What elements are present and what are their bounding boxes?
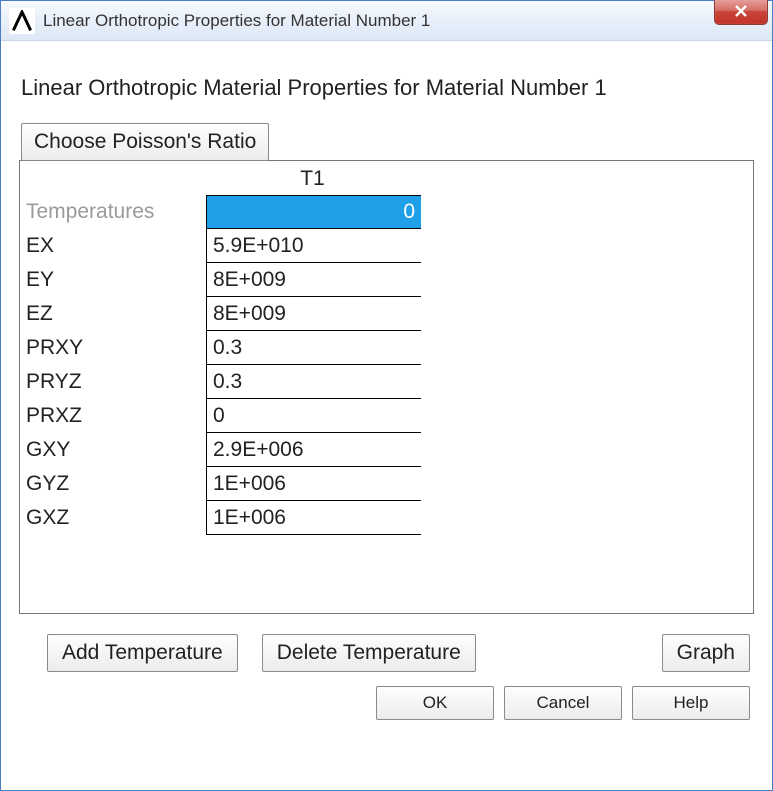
titlebar: Linear Orthotropic Properties for Materi… bbox=[1, 1, 772, 41]
row-prxy: PRXY 0.3 bbox=[20, 331, 753, 365]
close-icon bbox=[734, 4, 748, 20]
help-button[interactable]: Help bbox=[632, 686, 750, 720]
row-ez: EZ 8E+009 bbox=[20, 297, 753, 331]
row-pryz: PRYZ 0.3 bbox=[20, 365, 753, 399]
row-label: PRXY bbox=[20, 331, 206, 365]
cell-ey[interactable]: 8E+009 bbox=[206, 263, 421, 297]
row-ey: EY 8E+009 bbox=[20, 263, 753, 297]
cell-ez[interactable]: 8E+009 bbox=[206, 297, 421, 331]
row-label: EZ bbox=[20, 297, 206, 331]
row-label: PRXZ bbox=[20, 399, 206, 433]
dialog-actions-row: OK Cancel Help bbox=[19, 686, 750, 720]
choose-poissons-ratio-button[interactable]: Choose Poisson's Ratio bbox=[21, 123, 269, 161]
properties-grid: T1 Temperatures 0 EX 5.9E+010 EY 8E+009 … bbox=[19, 160, 754, 614]
cell-gyz[interactable]: 1E+006 bbox=[206, 467, 421, 501]
page-title: Linear Orthotropic Material Properties f… bbox=[21, 75, 754, 101]
cell-temperatures[interactable]: 0 bbox=[206, 195, 421, 229]
row-gyz: GYZ 1E+006 bbox=[20, 467, 753, 501]
row-label: EX bbox=[20, 229, 206, 263]
row-label: GXY bbox=[20, 433, 206, 467]
row-gxz: GXZ 1E+006 bbox=[20, 501, 753, 535]
cell-ex[interactable]: 5.9E+010 bbox=[206, 229, 421, 263]
window-title: Linear Orthotropic Properties for Materi… bbox=[43, 11, 430, 31]
graph-button[interactable]: Graph bbox=[662, 634, 750, 672]
row-prxz: PRXZ 0 bbox=[20, 399, 753, 433]
row-label: GYZ bbox=[20, 467, 206, 501]
row-temperatures: Temperatures 0 bbox=[20, 195, 753, 229]
cell-pryz[interactable]: 0.3 bbox=[206, 365, 421, 399]
cell-gxy[interactable]: 2.9E+006 bbox=[206, 433, 421, 467]
dialog-window: Linear Orthotropic Properties for Materi… bbox=[0, 0, 773, 791]
row-label: Temperatures bbox=[20, 195, 206, 229]
client-area: Linear Orthotropic Material Properties f… bbox=[1, 41, 772, 790]
cell-gxz[interactable]: 1E+006 bbox=[206, 501, 421, 535]
cell-prxy[interactable]: 0.3 bbox=[206, 331, 421, 365]
row-label: EY bbox=[20, 263, 206, 297]
row-ex: EX 5.9E+010 bbox=[20, 229, 753, 263]
column-header-t1: T1 bbox=[205, 167, 420, 191]
grid-actions-row: Add Temperature Delete Temperature Graph bbox=[47, 634, 754, 672]
app-icon bbox=[9, 8, 35, 34]
ok-button[interactable]: OK bbox=[376, 686, 494, 720]
cancel-button[interactable]: Cancel bbox=[504, 686, 622, 720]
add-temperature-button[interactable]: Add Temperature bbox=[47, 634, 238, 672]
row-gxy: GXY 2.9E+006 bbox=[20, 433, 753, 467]
cell-prxz[interactable]: 0 bbox=[206, 399, 421, 433]
close-button[interactable] bbox=[714, 0, 768, 25]
delete-temperature-button[interactable]: Delete Temperature bbox=[262, 634, 476, 672]
row-label: GXZ bbox=[20, 501, 206, 535]
row-label: PRYZ bbox=[20, 365, 206, 399]
